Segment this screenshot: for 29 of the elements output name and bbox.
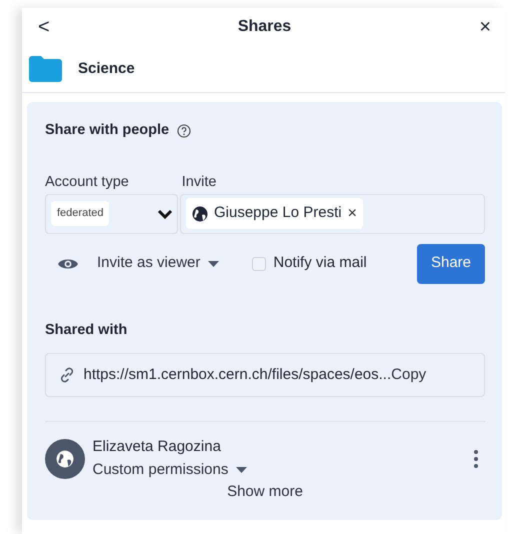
remove-button[interactable]: × bbox=[348, 206, 357, 222]
caret-icon bbox=[208, 260, 219, 266]
field-label: Invite bbox=[182, 172, 218, 192]
permissions-dropdown[interactable]: Custom permissions bbox=[92, 458, 247, 482]
back-button[interactable]: < bbox=[34, 17, 54, 37]
folder-name: Science bbox=[78, 58, 135, 79]
section-title: Share with people bbox=[45, 121, 170, 140]
show-more-button[interactable]: Show more bbox=[227, 481, 303, 504]
chevron-down-icon bbox=[157, 208, 173, 220]
close-button[interactable]: × bbox=[475, 17, 495, 37]
account-type-select[interactable]: federated bbox=[45, 194, 178, 234]
globe-icon bbox=[192, 206, 208, 222]
role-dropdown[interactable]: Invite as viewer bbox=[97, 252, 219, 275]
recipient-chip: Giuseppe Lo Presti × bbox=[186, 198, 363, 229]
section-title: Shared with bbox=[45, 320, 128, 340]
field-label: Account type bbox=[45, 172, 130, 192]
more-options-button[interactable] bbox=[474, 448, 478, 470]
copy-button[interactable]: Copy bbox=[391, 364, 426, 386]
share-link-url: https://sm1.cernbox.cern.ch/files/spaces/eos... bbox=[84, 365, 392, 385]
folder-icon bbox=[28, 55, 63, 83]
caret-icon bbox=[236, 467, 247, 473]
notify-checkbox[interactable]: Notify via mail bbox=[252, 252, 367, 275]
share-button[interactable]: Share bbox=[417, 244, 485, 284]
link-icon bbox=[58, 366, 76, 384]
panel-title: Shares bbox=[238, 17, 292, 37]
collaborator-name: Elizaveta Ragozina bbox=[92, 437, 222, 458]
help-icon bbox=[176, 124, 191, 138]
globe-icon bbox=[56, 450, 74, 468]
invite-field[interactable]: Giuseppe Lo Presti × bbox=[180, 194, 485, 234]
